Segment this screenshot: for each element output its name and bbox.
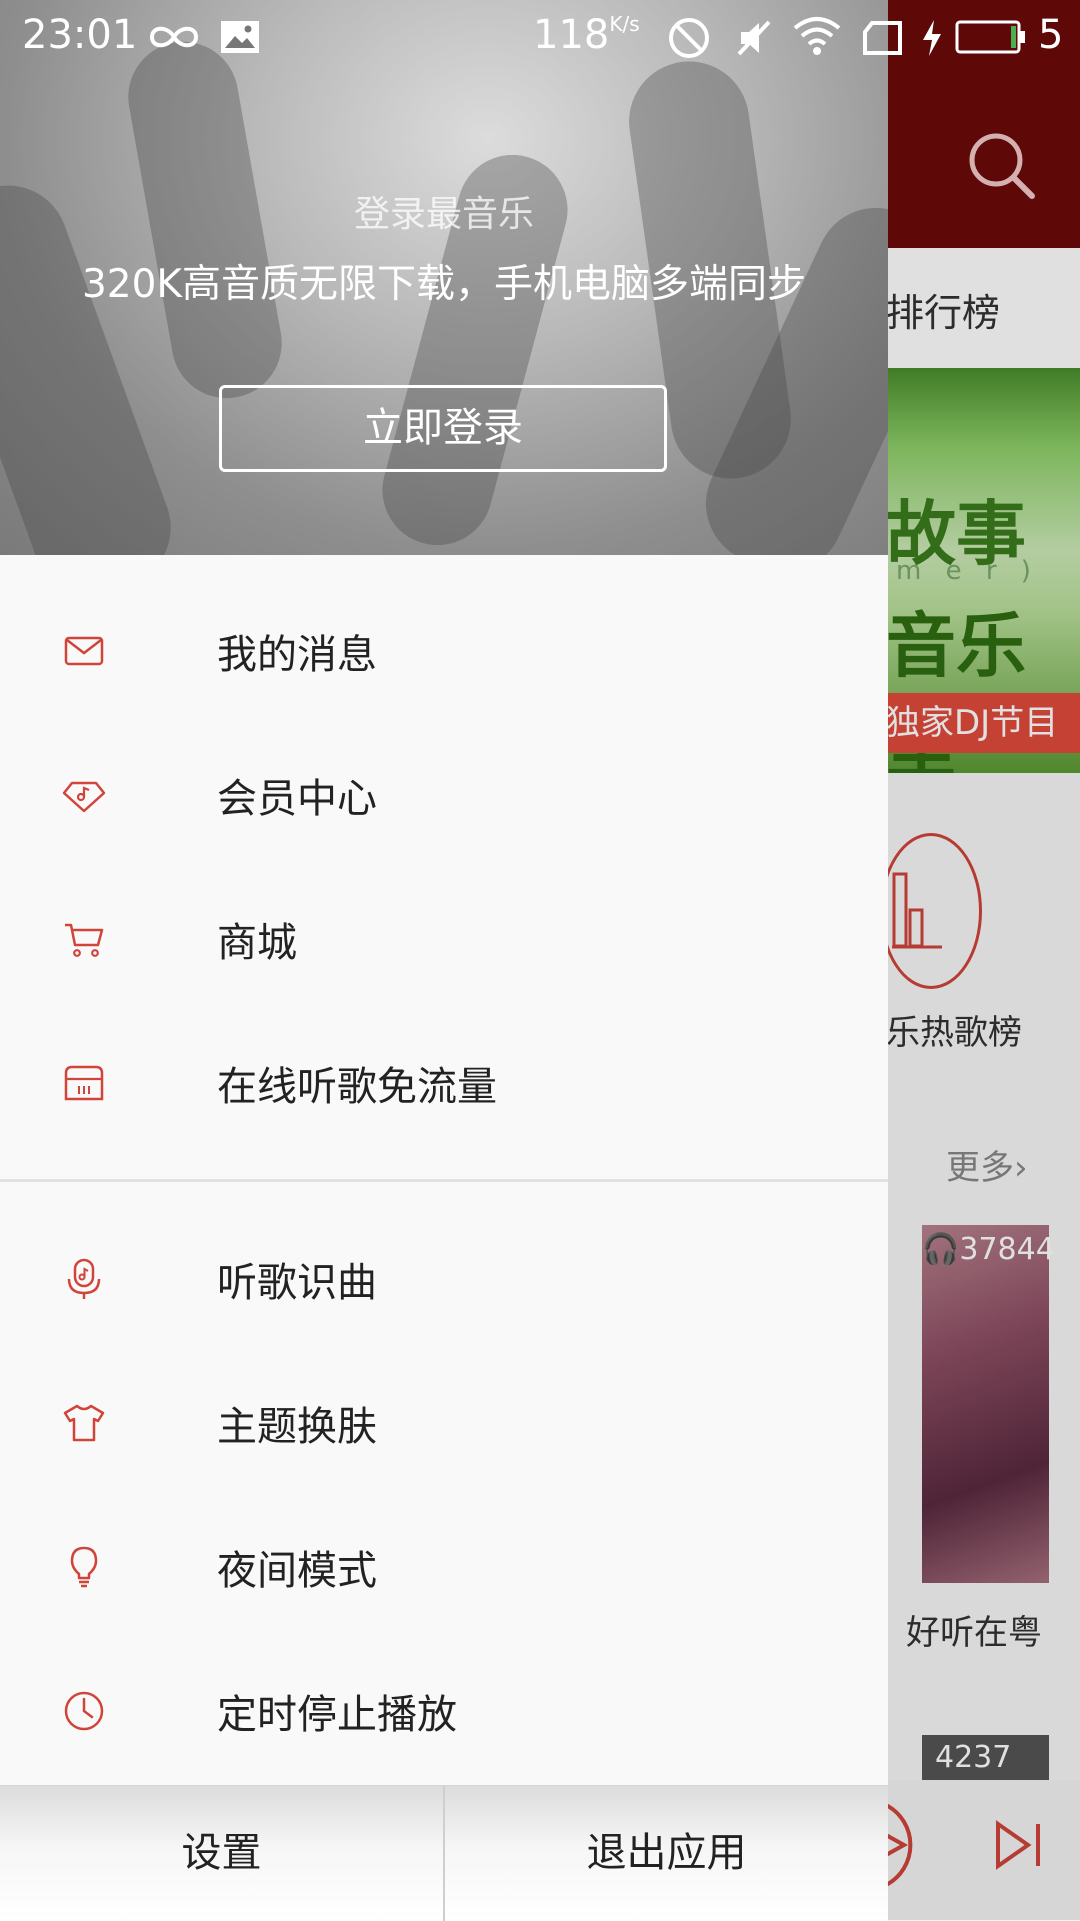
menu-item-night-mode[interactable]: 夜间模式: [0, 1495, 888, 1639]
menu-item-label: 会员中心: [217, 776, 377, 822]
menu-item-label: 商城: [217, 920, 297, 966]
menu-item-label: 夜间模式: [217, 1548, 377, 1594]
cart-icon: [65, 923, 104, 957]
login-subtitle: 320K高音质无限下载，手机电脑多端同步: [81, 262, 806, 307]
vip-diamond-icon: [62, 781, 106, 813]
image-icon: [221, 21, 259, 53]
menu-item-label: 定时停止播放: [217, 1692, 457, 1738]
sim-card-icon: [64, 1065, 104, 1101]
sim-icon: [863, 21, 902, 55]
drawer-header: 登录最音乐 320K高音质无限下载，手机电脑多端同步 立即登录: [0, 0, 888, 555]
clock-icon: [64, 1691, 104, 1731]
mute-icon: [737, 20, 771, 56]
lightbulb-icon: [70, 1546, 98, 1588]
menu-item-label: 在线听歌免流量: [217, 1064, 497, 1110]
navigation-drawer: 登录最音乐 320K高音质无限下载，手机电脑多端同步 立即登录 我的消息 会员中…: [0, 0, 888, 1921]
settings-button[interactable]: 设置: [0, 1786, 443, 1921]
menu-item-vip[interactable]: 会员中心: [0, 723, 888, 867]
battery-icon: [955, 20, 1025, 54]
microphone-icon: [67, 1258, 101, 1299]
charging-icon: [923, 20, 941, 56]
infinity-icon: [149, 26, 199, 48]
drawer-footer: 设置 退出应用: [0, 1785, 888, 1921]
exit-app-button[interactable]: 退出应用: [445, 1786, 888, 1921]
menu-item-messages[interactable]: 我的消息: [0, 579, 888, 723]
status-time: 23:01: [22, 12, 138, 58]
tshirt-icon: [63, 1404, 105, 1442]
menu-item-song-recognition[interactable]: 听歌识曲: [0, 1207, 888, 1351]
login-button[interactable]: 立即登录: [219, 385, 667, 472]
status-bar: 23:01 118K/s 5: [0, 0, 1080, 75]
net-speed: 118K/s: [533, 12, 640, 58]
menu-item-label: 听歌识曲: [217, 1260, 377, 1306]
menu-item-label: 主题换肤: [217, 1404, 377, 1450]
wifi-icon: [793, 17, 841, 55]
login-title: 登录最音乐: [353, 194, 534, 235]
menu-item-theme[interactable]: 主题换肤: [0, 1351, 888, 1495]
menu-item-store[interactable]: 商城: [0, 867, 888, 1011]
menu-item-sleep-timer[interactable]: 定时停止播放: [0, 1639, 888, 1783]
menu-item-free-data[interactable]: 在线听歌免流量: [0, 1011, 888, 1155]
menu-divider: [0, 1179, 888, 1182]
do-not-disturb-icon: [669, 18, 709, 58]
menu-item-label: 我的消息: [217, 632, 377, 678]
battery-level: 5: [1038, 12, 1064, 58]
mail-icon: [64, 636, 104, 666]
